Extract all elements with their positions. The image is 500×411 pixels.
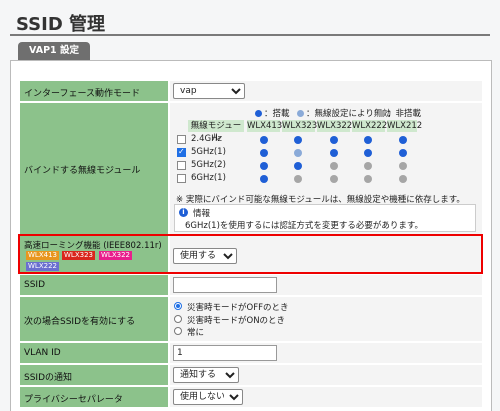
status-dot-icon: [260, 162, 268, 170]
status-dot-icon: [399, 149, 407, 157]
legend-disabled: ：無線設定により無効: [297, 107, 391, 119]
privacy-value-cell: 使用しない: [170, 387, 482, 407]
modules-label: バインドする無線モジュール: [24, 166, 141, 176]
enable-option-radio[interactable]: [174, 327, 182, 335]
status-dot-icon: [294, 175, 302, 183]
ssid-input[interactable]: [173, 277, 277, 293]
status-dot-icon: [399, 175, 407, 183]
interface-mode-label: インターフェース動作モード: [24, 89, 141, 99]
tab-vap1-settings[interactable]: VAP1 設定: [18, 42, 90, 60]
status-dot-icon: [399, 162, 407, 170]
vlan-label: VLAN ID: [24, 348, 61, 358]
enable-option-label: 災害時モードがOFFのとき: [187, 303, 289, 313]
privacy-select[interactable]: 使用しない: [173, 389, 243, 405]
title-divider: [10, 34, 490, 36]
vlan-value-cell: [170, 343, 482, 363]
status-dot-icon: [364, 136, 372, 144]
privacy-label-cell: プライバシーセパレータ: [20, 387, 168, 407]
status-dot-icon: [260, 175, 268, 183]
ssid-notify-label: SSIDの通知: [24, 373, 73, 383]
ssid-notify-label-cell: SSIDの通知: [20, 365, 168, 385]
page-title: SSID 管理: [16, 14, 106, 35]
status-dot-icon: [260, 149, 268, 157]
disabled-dot-icon: [297, 110, 304, 117]
ssid-label-cell: SSID: [20, 275, 168, 295]
module-checkbox[interactable]: [177, 147, 186, 157]
modules-label-cell: バインドする無線モジュール: [20, 103, 168, 235]
status-dot-icon: [364, 175, 372, 183]
vlan-label-cell: VLAN ID: [20, 343, 168, 363]
status-dot-icon: [399, 136, 407, 144]
module-column-header: 無線モジュール: [188, 120, 244, 143]
info-text: 6GHz(1)を使用するには認証方式を変更する必要があります。: [185, 221, 424, 231]
model-header: WLX323: [282, 120, 318, 132]
info-title: 情報: [193, 209, 211, 219]
vlan-id-input[interactable]: [173, 345, 277, 361]
module-band-label: 6GHz(1): [191, 173, 226, 183]
info-box: i 情報 6GHz(1)を使用するには認証方式を変更する必要があります。: [174, 204, 476, 232]
legend-installed: ：搭載: [255, 107, 290, 119]
model-header: WLX413: [247, 120, 283, 132]
model-header: WLX222: [352, 120, 388, 132]
model-header: WLX322: [317, 120, 353, 132]
ssid-label: SSID: [24, 280, 46, 290]
status-dot-icon: [260, 136, 268, 144]
module-checkbox[interactable]: [177, 161, 186, 170]
status-dot-icon: [364, 162, 372, 170]
ssid-notify-value-cell: 通知する: [170, 365, 482, 385]
enable-option-label: 常に: [187, 328, 205, 338]
interface-mode-label-cell: インターフェース動作モード: [20, 81, 168, 101]
model-header: WLX212: [387, 120, 423, 132]
status-dot-icon: [330, 136, 338, 144]
module-checkbox[interactable]: [177, 135, 186, 144]
module-band-label: 5GHz(2): [191, 160, 226, 170]
ssid-value-cell: [170, 275, 482, 295]
module-band-label: 2.4GHz: [191, 134, 222, 144]
interface-mode-value-cell: vap: [170, 81, 482, 101]
status-dot-icon: [294, 162, 302, 170]
highlight-box: [18, 234, 483, 274]
privacy-label: プライバシーセパレータ: [24, 395, 123, 405]
interface-mode-select[interactable]: vap: [173, 83, 245, 99]
enable-option-radio[interactable]: [174, 302, 182, 310]
info-icon: i: [179, 208, 188, 217]
legend-not-installed: ：非搭載: [378, 107, 421, 119]
enable-option-label: 災害時モードがONのとき: [187, 316, 286, 326]
not-installed-dot-icon: [378, 110, 385, 117]
enable-condition-label-cell: 次の場合SSIDを有効にする: [20, 297, 168, 341]
ssid-notify-select[interactable]: 通知する: [173, 367, 239, 383]
status-dot-icon: [330, 175, 338, 183]
enable-option-radio[interactable]: [174, 315, 182, 323]
status-dot-icon: [294, 149, 302, 157]
installed-dot-icon: [255, 110, 262, 117]
status-dot-icon: [330, 149, 338, 157]
status-dot-icon: [364, 149, 372, 157]
status-dot-icon: [330, 162, 338, 170]
status-dot-icon: [294, 136, 302, 144]
module-band-label: 5GHz(1): [191, 147, 226, 157]
module-checkbox[interactable]: [177, 174, 186, 183]
enable-condition-label: 次の場合SSIDを有効にする: [24, 317, 136, 327]
